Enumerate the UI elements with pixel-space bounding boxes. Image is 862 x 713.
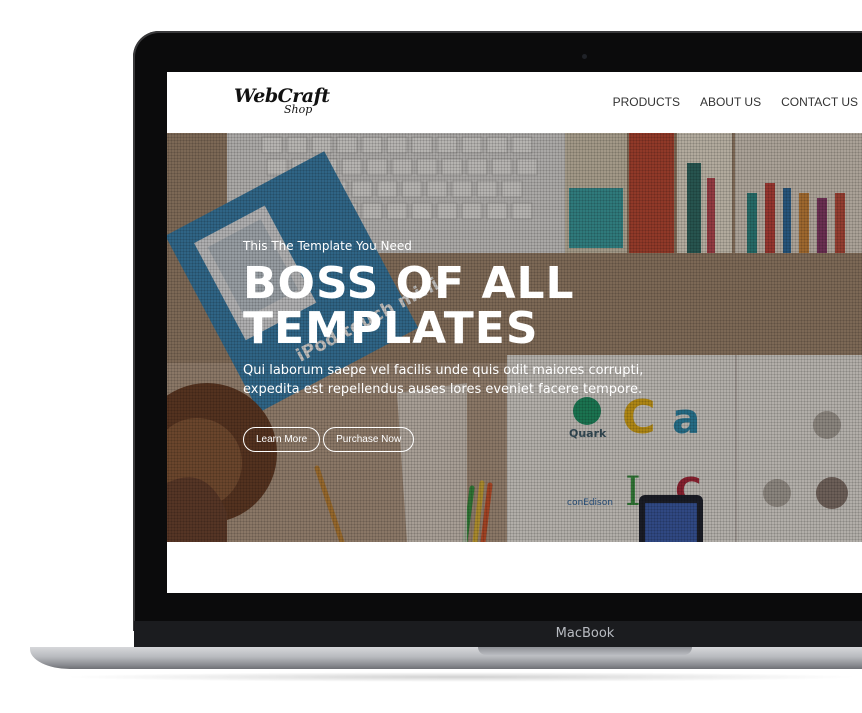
laptop-screen: WebCraft Shop PRODUCTS ABOUT US CONTACT … xyxy=(167,72,862,593)
site-logo[interactable]: WebCraft Shop xyxy=(234,85,330,116)
hero-buttons: Learn More Purchase Now xyxy=(243,427,415,452)
nav-item-contact-us[interactable]: CONTACT US xyxy=(781,95,858,109)
hero-title-line2: TEMPLATES xyxy=(243,303,539,354)
hero-eyebrow: This The Template You Need xyxy=(243,239,412,253)
laptop-base xyxy=(30,647,862,669)
hero-description: Qui laborum saepe vel facilis unde quis … xyxy=(243,363,644,397)
nav-item-products[interactable]: PRODUCTS xyxy=(613,95,680,109)
page-below-hero xyxy=(167,542,862,593)
hero-title: BOSS OF ALL TEMPLATES xyxy=(243,261,803,351)
purchase-now-button[interactable]: Purchase Now xyxy=(323,427,415,452)
learn-more-button[interactable]: Learn More xyxy=(243,427,321,452)
hero-content: This The Template You Need BOSS OF ALL T… xyxy=(243,239,803,399)
hero-section: iPod touch mini Quark C a conEdison I C … xyxy=(167,133,862,542)
nav-item-about-us[interactable]: ABOUT US xyxy=(700,95,761,109)
site-navbar: WebCraft Shop PRODUCTS ABOUT US CONTACT … xyxy=(167,72,862,133)
laptop-shadow xyxy=(60,672,862,682)
camera-dot xyxy=(582,54,587,59)
logo-main-text: WebCraft xyxy=(234,85,330,107)
laptop-base-notch xyxy=(478,647,692,655)
device-brand-label: MacBook xyxy=(555,626,615,641)
laptop-chin xyxy=(134,621,862,649)
hero-title-line1: BOSS OF ALL xyxy=(243,258,575,309)
main-nav: PRODUCTS ABOUT US CONTACT US xyxy=(613,95,858,109)
